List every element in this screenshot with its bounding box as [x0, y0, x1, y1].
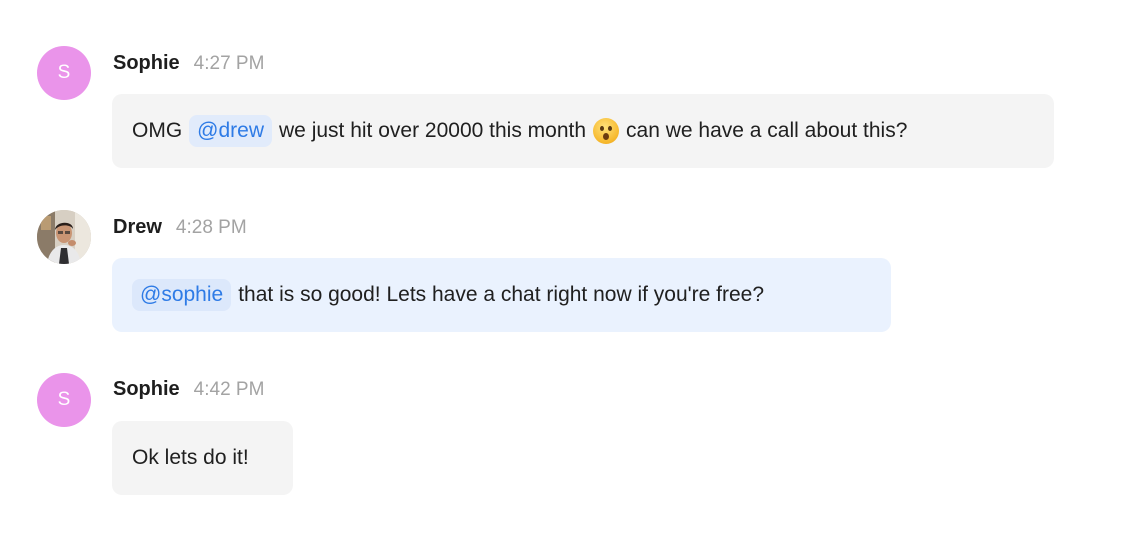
message-text: can we have a call about this?: [626, 119, 908, 142]
message-header: Drew 4:28 PM: [113, 216, 247, 239]
message-text: Ok lets do it!: [132, 446, 249, 469]
avatar[interactable]: S: [37, 46, 91, 100]
message-bubble: Ok lets do it!: [112, 421, 293, 495]
message-bubble: OMG @drew we just hit over 20000 this mo…: [112, 94, 1054, 168]
avatar-initial: S: [57, 62, 71, 83]
avatar[interactable]: S: [37, 373, 91, 427]
author-name[interactable]: Sophie: [113, 378, 180, 401]
profile-photo-icon: [37, 210, 91, 264]
avatar[interactable]: [37, 210, 91, 264]
message-header: Sophie 4:42 PM: [113, 378, 264, 401]
message-text: OMG: [132, 119, 183, 142]
author-name[interactable]: Drew: [113, 216, 162, 239]
timestamp: 4:28 PM: [175, 217, 247, 238]
message-bubble: @sophie that is so good! Lets have a cha…: [112, 258, 891, 332]
timestamp: 4:42 PM: [193, 379, 265, 400]
message-header: Sophie 4:27 PM: [113, 52, 264, 75]
mention-tag[interactable]: @drew: [189, 115, 273, 147]
avatar-initial: S: [57, 389, 71, 410]
message-text: we just hit over 20000 this month: [279, 119, 587, 142]
mention-tag[interactable]: @sophie: [132, 279, 232, 311]
astonished-face-emoji-icon: [593, 118, 620, 144]
author-name[interactable]: Sophie: [113, 52, 180, 75]
message-text: that is so good! Lets have a chat right …: [238, 283, 765, 306]
timestamp: 4:27 PM: [193, 53, 265, 74]
